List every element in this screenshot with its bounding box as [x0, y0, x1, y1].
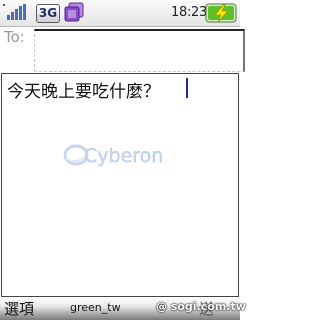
battery-charging-icon: [205, 3, 237, 23]
softkey-bar: 選項 green_tw 送 @ sogi.com.tw: [0, 297, 246, 320]
site-watermark: @ sogi.com.tw: [156, 300, 246, 313]
recipient-label: To:: [4, 28, 25, 46]
watermark-text: Cyberon: [84, 145, 163, 167]
multitask-icon[interactable]: [63, 2, 85, 23]
signal-strength-icon: [3, 4, 26, 20]
text-cursor: [186, 78, 188, 98]
options-softkey[interactable]: 選項: [4, 298, 34, 319]
message-text: 今天晚上要吃什麼？: [7, 82, 160, 102]
middle-softkey[interactable]: green_tw: [70, 301, 121, 314]
network-type-badge: 3G: [36, 4, 60, 23]
recipient-row: To:: [0, 27, 245, 72]
message-body[interactable]: 今天晚上要吃什麼？ Cyberon: [1, 73, 239, 297]
cyberon-watermark-logo: Cyberon: [63, 144, 164, 167]
status-bar: 3G 18:23: [0, 0, 240, 27]
recipient-input[interactable]: [34, 29, 245, 72]
clock: 18:23: [171, 5, 207, 20]
